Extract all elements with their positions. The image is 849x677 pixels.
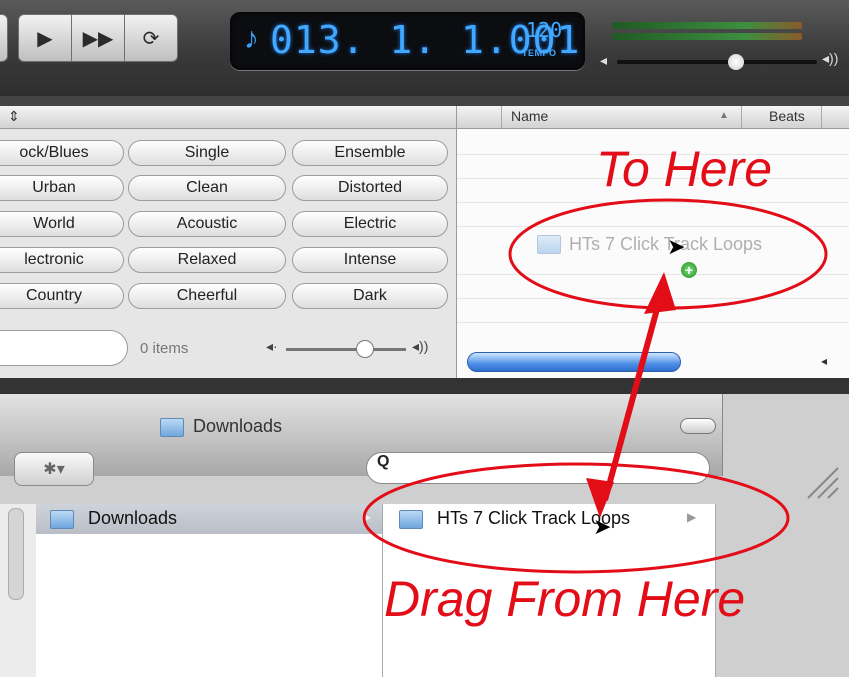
keyword-button[interactable]: Country [0, 283, 124, 309]
keyword-button[interactable]: lectronic [0, 247, 124, 273]
fast-forward-button[interactable]: ▶▶ [71, 14, 125, 62]
keyword-button[interactable]: Dark [292, 283, 448, 309]
search-icon: Q [377, 453, 390, 470]
volume-high-icon: ◂)) [822, 50, 839, 66]
list-item[interactable]: HTs 7 Click Track Loops ▶ [383, 504, 715, 534]
drag-ghost: HTs 7 Click Track Loops [537, 234, 762, 255]
scroll-left-arrow-icon[interactable]: ◂ [821, 354, 827, 368]
play-button[interactable]: ▶ [18, 14, 72, 62]
disclosure-arrow-icon: ▶ [362, 510, 372, 524]
cycle-icon: ⟳ [142, 27, 160, 50]
volume-low-icon: ◂· [266, 338, 278, 354]
volume-high-icon: ◂)) [412, 338, 429, 354]
title-folder-icon [160, 418, 184, 437]
finder-column-1: Downloads ▶ [36, 504, 383, 677]
row-divider [457, 274, 849, 275]
horizontal-scrollbar[interactable] [467, 352, 681, 372]
gear-icon: ✱▾ [43, 461, 65, 478]
keyword-button[interactable]: Electric [292, 211, 448, 237]
window-gap [0, 378, 849, 394]
keyword-button[interactable]: ock/Blues [0, 140, 124, 166]
keyword-button[interactable]: Intense [292, 247, 448, 273]
column-name[interactable]: Name [511, 108, 548, 124]
keyword-button[interactable]: Relaxed [128, 247, 286, 273]
loop-volume-knob[interactable] [356, 340, 374, 358]
column-divider [741, 106, 742, 128]
keyword-button[interactable]: Single [128, 140, 286, 166]
keyword-header: ⇕ [0, 106, 456, 129]
tempo-label: TEMPO [522, 48, 557, 58]
rewind-button-edge[interactable] [0, 14, 8, 62]
add-copy-icon: + [681, 262, 697, 278]
volume-low-icon: ◂ [600, 52, 608, 68]
keyword-button[interactable]: Clean [128, 175, 286, 201]
sidebar-scrollbar[interactable] [8, 508, 24, 600]
loop-browser-keywords: ⇕ ock/Blues Single Ensemble Urban Clean … [0, 106, 457, 378]
keyword-button[interactable]: Urban [0, 175, 124, 201]
row-divider [457, 322, 849, 323]
divider [0, 96, 849, 106]
results-header: Name ▲ Beats [457, 106, 849, 129]
cycle-button[interactable]: ⟳ [124, 14, 178, 62]
loop-volume-slider[interactable] [286, 348, 406, 351]
row-divider [457, 226, 849, 227]
sidebar-item-downloads: Downloads [88, 508, 178, 528]
annotation-drag-from-here: Drag From Here [384, 571, 746, 627]
sort-ascending-icon: ▲ [719, 110, 729, 121]
folder-icon [537, 235, 561, 254]
level-meter-left [612, 22, 802, 29]
cursor-icon: ➤ [593, 514, 612, 539]
disclosure-arrow-icon: ▶ [687, 510, 697, 524]
note-icon: ♪ [244, 22, 259, 55]
lcd-display[interactable]: ♪ 013. 1. 1.001 120 TEMPO [230, 12, 585, 70]
row-divider [457, 202, 849, 203]
transport-bar: ▶ ▶▶ ⟳ ♪ 013. 1. 1.001 120 TEMPO ◂ ◂)) [0, 0, 849, 96]
master-volume-knob[interactable] [728, 54, 744, 70]
level-meter-right [612, 33, 802, 40]
keyword-button[interactable]: Cheerful [128, 283, 286, 309]
finder-window: Downloads ✱▾ Q Downloads ▶ HTs 7 Click T… [0, 394, 849, 677]
keyword-button[interactable]: Acoustic [128, 211, 286, 237]
resize-grip-icon[interactable] [800, 460, 840, 500]
list-item-selected[interactable]: Downloads ▶ [36, 504, 382, 534]
fast-forward-icon: ▶▶ [82, 27, 114, 50]
finder-toolbar: Downloads ✱▾ Q [0, 394, 723, 486]
row-divider [457, 298, 849, 299]
finder-search-field[interactable]: Q [366, 452, 710, 484]
toolbar-toggle-button[interactable] [680, 418, 716, 434]
keyword-button[interactable]: Distorted [292, 175, 448, 201]
header-spacer [457, 106, 502, 128]
window-title: Downloads [193, 416, 283, 436]
drag-ghost-label: HTs 7 Click Track Loops [569, 234, 763, 254]
folder-icon [399, 510, 423, 529]
items-count: 0 items [140, 340, 189, 357]
keyword-button[interactable]: Ensemble [292, 140, 448, 166]
cursor-icon: ➤ [667, 234, 686, 259]
annotation-to-here: To Here [596, 141, 773, 197]
folder-icon [50, 510, 74, 529]
keyword-button[interactable]: World [0, 211, 124, 237]
action-menu-button[interactable]: ✱▾ [14, 452, 94, 486]
loop-search-field[interactable] [0, 330, 128, 366]
sort-icon[interactable]: ⇕ [8, 108, 20, 125]
finder-sidebar[interactable] [0, 504, 37, 677]
master-volume-slider[interactable] [617, 60, 817, 64]
play-icon: ▶ [37, 27, 53, 50]
column-beats[interactable]: Beats [769, 108, 805, 124]
tempo-value: 120 [526, 18, 563, 42]
column-divider [821, 106, 822, 128]
